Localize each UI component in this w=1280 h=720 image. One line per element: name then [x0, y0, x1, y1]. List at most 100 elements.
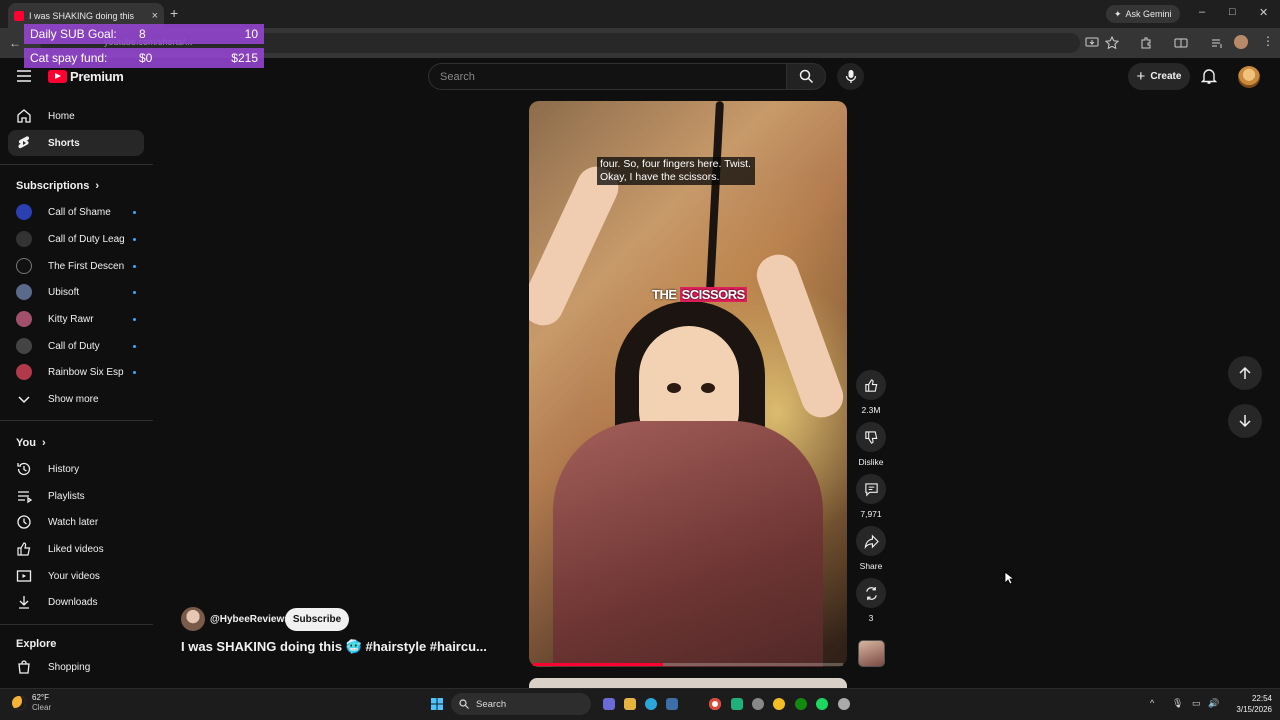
calculator-app-icon[interactable] — [666, 698, 678, 710]
xbox-app-icon[interactable] — [795, 698, 807, 710]
back-arrow-icon[interactable]: ← — [9, 36, 21, 50]
sidebar-item-shorts[interactable]: Shorts — [8, 130, 144, 156]
gear-app-icon[interactable] — [838, 698, 850, 710]
bookmark-star-icon[interactable] — [1105, 36, 1119, 50]
install-app-icon[interactable] — [1085, 36, 1099, 50]
subscription-item[interactable]: Kitty Rawr — [16, 307, 136, 331]
windows-start-icon[interactable] — [431, 698, 443, 710]
previous-short-button[interactable] — [1228, 356, 1262, 390]
settings-app-icon[interactable] — [752, 698, 764, 710]
shopping-icon — [18, 660, 30, 674]
extensions-icon[interactable] — [1139, 36, 1153, 50]
youtube-premium-logo[interactable]: Premium — [48, 69, 124, 84]
playlists-icon — [18, 491, 32, 504]
dislike-button[interactable] — [856, 422, 886, 452]
youtube-logo-icon — [48, 70, 67, 83]
sidebar-item-your-videos[interactable]: Your videos — [8, 563, 144, 589]
chrome-alt-app-icon[interactable] — [773, 698, 785, 710]
cat-fund-target: $215 — [231, 51, 258, 65]
show-more-label: Show more — [48, 393, 99, 405]
like-button[interactable] — [856, 370, 886, 400]
new-tab-button[interactable]: + — [170, 5, 178, 21]
subscription-item[interactable]: Ubisoft — [16, 280, 136, 304]
subscription-item[interactable]: Call of Duty Leag... — [16, 227, 136, 251]
short-video-player[interactable] — [529, 101, 847, 667]
subscription-item[interactable]: The First Descen... — [16, 254, 136, 278]
network-icon[interactable]: ▭ — [1192, 698, 1201, 709]
file-explorer-icon[interactable] — [624, 698, 636, 710]
voice-search-button[interactable] — [837, 63, 864, 90]
subscribe-button[interactable]: Subscribe — [285, 608, 349, 631]
share-button[interactable] — [856, 526, 886, 556]
channel-avatar[interactable] — [181, 607, 205, 631]
thumbs-down-icon — [864, 430, 877, 444]
browser-profile-avatar[interactable] — [1234, 35, 1248, 49]
subscription-label: Ubisoft — [48, 286, 80, 298]
sidebar-item-liked-videos[interactable]: Liked videos — [8, 536, 144, 562]
sidebar-item-home[interactable]: Home — [8, 103, 144, 129]
sidebar-item-history[interactable]: History — [8, 456, 144, 482]
weather-widget[interactable]: 62°F Clear — [12, 693, 51, 713]
user-avatar[interactable] — [1238, 66, 1260, 88]
remix-button[interactable] — [856, 578, 886, 608]
maximize-button[interactable]: □ — [1229, 6, 1236, 18]
split-view-icon[interactable] — [1174, 36, 1188, 50]
search-input[interactable]: Search — [428, 63, 786, 90]
ask-gemini-button[interactable]: ✦ Ask Gemini — [1106, 5, 1180, 23]
arrow-down-icon — [1239, 415, 1251, 428]
tab-title: I was SHAKING doing this — [29, 10, 135, 21]
like-count: 2.3M — [861, 405, 881, 415]
subscription-item[interactable]: Call of Duty — [16, 334, 136, 358]
system-clock[interactable]: 22:54 3/15/2026 — [1228, 693, 1272, 715]
browser-menu-icon[interactable]: ⋮ — [1262, 34, 1274, 48]
notifications-bell-icon[interactable] — [1201, 67, 1217, 85]
video-title[interactable]: I was SHAKING doing this 🥶 #hairstyle #h… — [181, 639, 487, 655]
create-button[interactable]: + Create — [1128, 63, 1190, 90]
sidebar-item-downloads[interactable]: Downloads — [8, 589, 144, 615]
shorts-icon — [18, 136, 30, 149]
search-button[interactable] — [786, 63, 826, 90]
channel-avatar — [16, 284, 32, 300]
edge-browser-icon[interactable] — [645, 698, 657, 710]
sidebar-item-label: Playlists — [48, 490, 85, 502]
tray-chevron-icon[interactable]: ^ — [1150, 698, 1154, 708]
spotify-app-icon[interactable] — [816, 698, 828, 710]
copilot-app-icon[interactable] — [603, 698, 615, 710]
minimize-button[interactable]: – — [1199, 6, 1205, 18]
you-heading[interactable]: You › — [16, 437, 46, 449]
explore-heading: Explore — [16, 638, 56, 650]
sub-goal-current: 8 — [139, 27, 146, 41]
channel-name[interactable]: @HybeeReviews — [210, 614, 290, 625]
ask-gemini-label: Ask Gemini — [1125, 9, 1172, 19]
new-content-dot — [133, 210, 136, 214]
clock-time: 22:54 — [1251, 694, 1272, 703]
sidebar-item-playlists[interactable]: Playlists — [8, 483, 144, 509]
microphone-tray-icon[interactable]: 🎙 — [1172, 698, 1183, 709]
thumbs-up-icon — [864, 378, 877, 392]
home-icon — [17, 109, 31, 123]
next-short-button[interactable] — [1228, 404, 1262, 438]
plus-icon: + — [1136, 68, 1146, 85]
dislike-label: Dislike — [858, 457, 884, 467]
green-app-icon[interactable] — [731, 698, 743, 710]
menu-hamburger-icon[interactable] — [16, 69, 32, 83]
close-window-button[interactable]: ✕ — [1259, 6, 1268, 19]
subscriptions-heading[interactable]: Subscriptions › — [16, 180, 99, 192]
sidebar-item-shopping[interactable]: Shopping — [8, 654, 144, 680]
tab-close-icon[interactable]: × — [152, 10, 158, 22]
new-content-dot — [133, 237, 136, 241]
sidebar-item-watch-later[interactable]: Watch later — [8, 509, 144, 535]
volume-icon[interactable]: 🔊 — [1208, 698, 1219, 709]
chrome-app-icon[interactable] — [709, 698, 721, 710]
taskbar-search[interactable]: Search — [451, 693, 591, 715]
channel-avatar — [16, 258, 32, 274]
subscription-item[interactable]: Call of Shame — [16, 200, 136, 224]
comments-button[interactable] — [856, 474, 886, 504]
subscription-item[interactable]: Rainbow Six Esp... — [16, 360, 136, 384]
sub-goal-target: 10 — [244, 27, 258, 41]
media-controls-icon[interactable] — [1210, 36, 1224, 50]
subscription-label: Call of Duty Leag... — [48, 233, 124, 245]
show-more-button[interactable]: Show more — [8, 386, 144, 412]
video-progress-bar[interactable] — [533, 663, 843, 666]
sound-source-thumbnail[interactable] — [858, 640, 885, 667]
